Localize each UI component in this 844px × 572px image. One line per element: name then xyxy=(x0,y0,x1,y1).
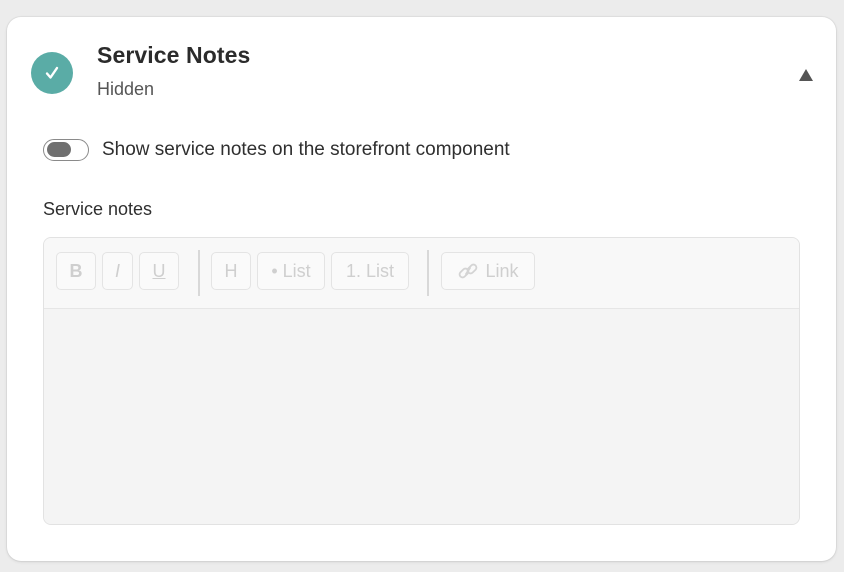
bold-button[interactable]: B xyxy=(56,252,96,290)
service-notes-textarea[interactable] xyxy=(44,309,799,524)
service-notes-card: Service Notes Hidden Show service notes … xyxy=(7,17,836,561)
show-notes-toggle-row: Show service notes on the storefront com… xyxy=(43,137,510,163)
toggle-knob xyxy=(47,142,71,157)
underline-button[interactable]: U xyxy=(139,252,179,290)
numbered-list-button[interactable]: 1. List xyxy=(331,252,409,290)
triangle-up-icon xyxy=(799,69,813,81)
show-notes-toggle-label[interactable]: Show service notes on the storefront com… xyxy=(102,139,510,161)
service-notes-editor: B I U H • List 1. List Link xyxy=(43,237,800,525)
link-button-label: Link xyxy=(485,260,519,281)
status-check-icon xyxy=(31,52,73,94)
collapse-button[interactable] xyxy=(794,63,818,87)
link-button[interactable]: Link xyxy=(441,252,535,290)
toolbar-divider xyxy=(198,250,200,296)
editor-toolbar: B I U H • List 1. List Link xyxy=(44,238,799,309)
italic-button[interactable]: I xyxy=(102,252,133,290)
section-header[interactable]: Service Notes Hidden xyxy=(7,17,836,117)
show-notes-toggle[interactable] xyxy=(43,139,89,161)
link-icon xyxy=(459,263,478,279)
heading-button[interactable]: H xyxy=(211,252,251,290)
section-title: Service Notes xyxy=(97,42,251,68)
service-notes-label: Service notes xyxy=(43,199,153,219)
section-status: Hidden xyxy=(97,79,155,99)
bullet-list-button[interactable]: • List xyxy=(257,252,325,290)
toolbar-divider xyxy=(427,250,429,296)
